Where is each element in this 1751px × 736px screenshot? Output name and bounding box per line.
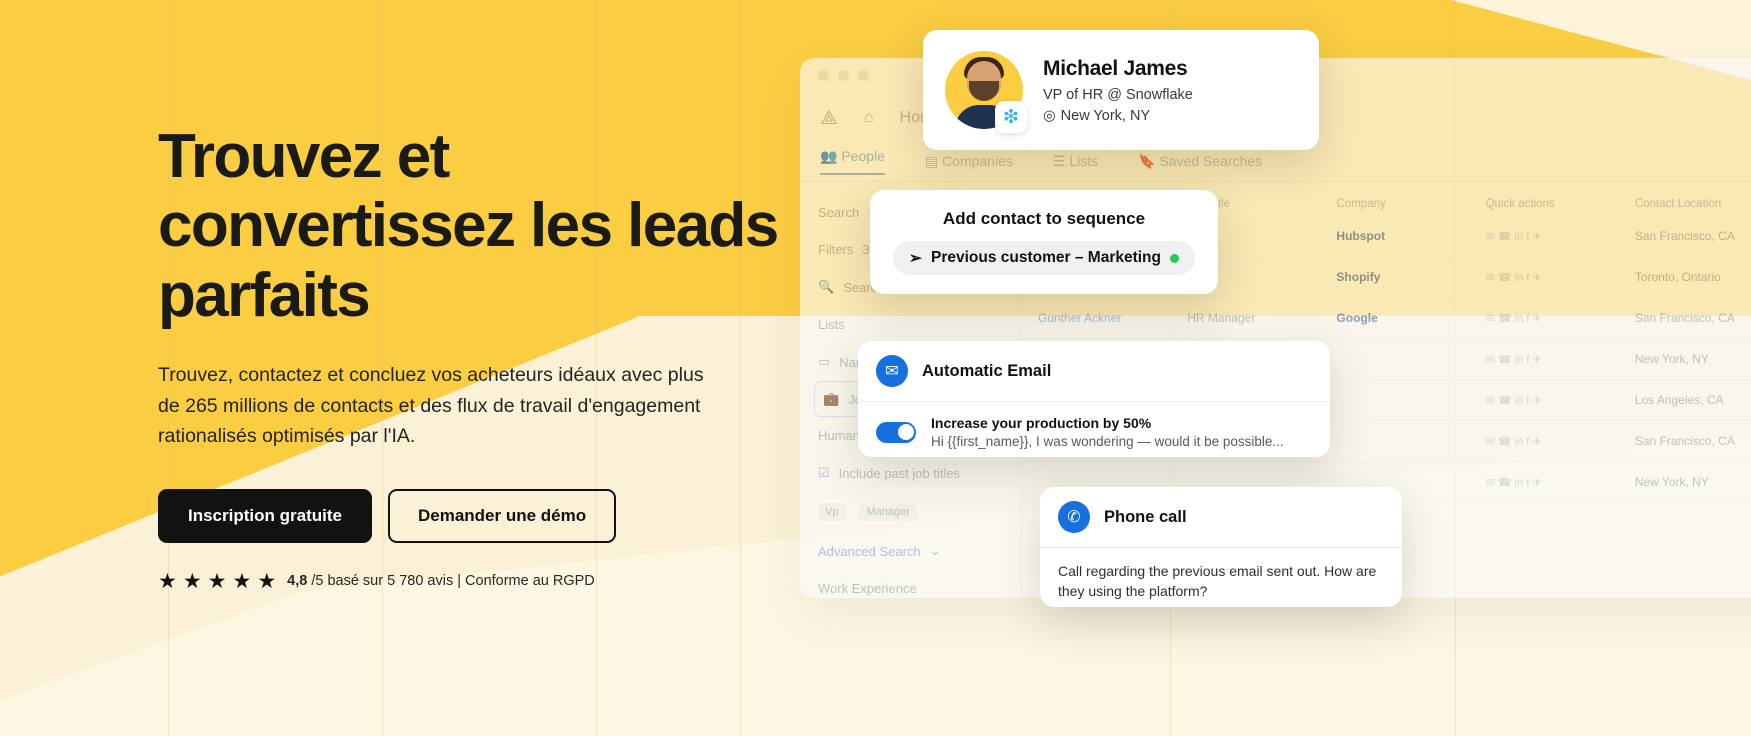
- sequence-option[interactable]: ➢ Previous customer – Marketing: [893, 241, 1195, 275]
- advanced-search-row[interactable]: Advanced Search ⌄: [814, 532, 1007, 570]
- col-contact-location: Contact Location: [1634, 198, 1722, 210]
- chip-manager[interactable]: Manager: [859, 503, 917, 521]
- email-card-body: Increase your production by 50% Hi {{fir…: [858, 402, 1330, 462]
- avatar: ❇: [945, 51, 1027, 133]
- work-experience-label: Work Experience: [818, 581, 917, 596]
- phone-card-title: Phone call: [1104, 507, 1187, 526]
- hero-section: ⟁ ⌂ Home 👥 People ▤ Companies ☰ Lists 🔖 …: [0, 0, 1751, 736]
- sidebar-lists-row[interactable]: Lists: [814, 306, 1007, 343]
- search-icon: 🔍: [818, 279, 835, 294]
- email-card-header: ✉ Automatic Email: [858, 341, 1330, 402]
- chevron-down-icon: ⌄: [929, 543, 941, 558]
- quick-actions-icons[interactable]: ✉ ☎ in f ✈: [1486, 312, 1635, 325]
- col-company: Company: [1336, 198, 1386, 210]
- tab-people[interactable]: 👥 People: [820, 148, 885, 175]
- quick-actions-icons[interactable]: ✉ ☎ in f ✈: [1486, 394, 1635, 407]
- contact-location: ◎ New York, NY: [1043, 108, 1193, 124]
- snowflake-icon: ❇: [995, 101, 1027, 133]
- tab-companies[interactable]: ▤ Companies: [925, 153, 1013, 170]
- star-icon: ★: [158, 569, 177, 593]
- star-icon: ★: [207, 569, 227, 593]
- building-icon: ▤: [924, 153, 939, 169]
- cta-row: Inscription gratuite Demander une démo: [158, 488, 798, 543]
- include-past-titles-label: Include past job titles: [838, 465, 961, 481]
- automatic-email-card: ✉ Automatic Email Increase your producti…: [858, 341, 1330, 457]
- star-rating: ★ ★ ★ ★ ★: [158, 571, 276, 592]
- email-preview: Increase your production by 50% Hi {{fir…: [931, 415, 1284, 449]
- star-icon: ★: [182, 569, 202, 593]
- request-demo-button[interactable]: Demander une démo: [387, 488, 617, 543]
- bookmark-icon: 🔖: [1138, 153, 1156, 169]
- hero-copy: Trouvez et convertissez les leads parfai…: [158, 122, 798, 592]
- home-icon: ⌂: [863, 109, 874, 126]
- location-pin-icon: ◎: [1043, 107, 1056, 124]
- contact-role: VP of HR @ Snowflake: [1043, 86, 1193, 103]
- phone-icon: ✆: [1058, 501, 1090, 533]
- tab-companies-label: Companies: [942, 153, 1013, 169]
- advanced-search-label: Advanced Search: [818, 543, 921, 559]
- phone-card-header: ✆ Phone call: [1040, 487, 1402, 548]
- id-card-icon: ▭: [818, 354, 831, 369]
- phone-call-card: ✆ Phone call Call regarding the previous…: [1040, 487, 1402, 607]
- envelope-icon: ✉: [876, 355, 908, 387]
- hero-subheading: Trouvez, contactez et concluez vos achet…: [158, 364, 704, 447]
- send-plane-icon: ➢: [909, 249, 922, 267]
- signup-button[interactable]: Inscription gratuite: [158, 488, 372, 543]
- quick-actions-icons[interactable]: ✉ ☎ in f ✈: [1486, 353, 1635, 366]
- briefcase-icon: 💼: [823, 391, 840, 406]
- rating-score: 4,8: [287, 573, 308, 590]
- email-enabled-toggle[interactable]: [876, 421, 916, 443]
- people-icon: 👥: [820, 148, 838, 164]
- rating-detail: /5 basé sur 5 780 avis | Conforme au RGP…: [311, 573, 595, 590]
- search-label: Search: [818, 205, 860, 220]
- rating-text: 4,8 /5 basé sur 5 780 avis | Conforme au…: [287, 573, 595, 589]
- page-title: Trouvez et convertissez les leads parfai…: [158, 122, 779, 330]
- phone-call-note: Call regarding the previous email sent o…: [1058, 563, 1377, 600]
- contact-name: Michael James: [1043, 56, 1188, 80]
- sequence-name: Previous customer – Marketing: [931, 249, 1161, 266]
- star-icon: ★: [232, 569, 252, 593]
- table-row[interactable]: Gunther Ackner HR Manager Google ✉ ☎ in …: [1022, 298, 1751, 339]
- email-snippet: Hi {{first_name}}, I was wondering — wou…: [931, 434, 1284, 449]
- email-subject: Increase your production by 50%: [931, 415, 1152, 431]
- tab-saved-searches-label: Saved Searches: [1159, 153, 1263, 169]
- email-card-title: Automatic Email: [922, 361, 1052, 380]
- work-experience-row[interactable]: Work Experience: [814, 570, 1007, 598]
- app-logo-icon: ⟁: [820, 106, 838, 129]
- status-badge: [1170, 253, 1179, 263]
- quick-actions-icons[interactable]: ✉ ☎ in f ✈: [1486, 271, 1635, 284]
- filters-count: 3: [862, 242, 870, 257]
- quick-actions-icons[interactable]: ✉ ☎ in f ✈: [1486, 476, 1635, 489]
- sequence-card-title: Add contact to sequence: [942, 209, 1146, 228]
- job-title-chips: Vp Manager: [814, 492, 1007, 532]
- contact-location-label: New York, NY: [1060, 107, 1151, 124]
- contact-card[interactable]: ❇ Michael James VP of HR @ Snowflake ◎ N…: [923, 30, 1319, 150]
- tab-saved-searches[interactable]: 🔖 Saved Searches: [1138, 153, 1262, 170]
- checkbox-icon[interactable]: ☑: [818, 465, 830, 481]
- chip-vp[interactable]: Vp: [818, 503, 846, 521]
- lists-label: Lists: [818, 317, 845, 332]
- tab-people-label: People: [841, 148, 885, 164]
- star-icon: ★: [257, 569, 277, 593]
- col-quick-actions: Quick actions: [1485, 198, 1555, 210]
- filters-label: Filters: [818, 242, 854, 257]
- add-to-sequence-card: Add contact to sequence ➢ Previous custo…: [870, 190, 1218, 294]
- rating-row: ★ ★ ★ ★ ★ 4,8 /5 basé sur 5 780 avis | C…: [158, 571, 798, 592]
- quick-actions-icons[interactable]: ✉ ☎ in f ✈: [1486, 230, 1635, 243]
- contact-info: Michael James VP of HR @ Snowflake ◎ New…: [1043, 57, 1193, 124]
- tab-lists[interactable]: ☰ Lists: [1053, 153, 1098, 170]
- tab-lists-label: Lists: [1069, 153, 1099, 169]
- quick-actions-icons[interactable]: ✉ ☎ in f ✈: [1486, 435, 1635, 448]
- window-traffic-lights: [818, 70, 869, 81]
- list-icon: ☰: [1052, 153, 1066, 169]
